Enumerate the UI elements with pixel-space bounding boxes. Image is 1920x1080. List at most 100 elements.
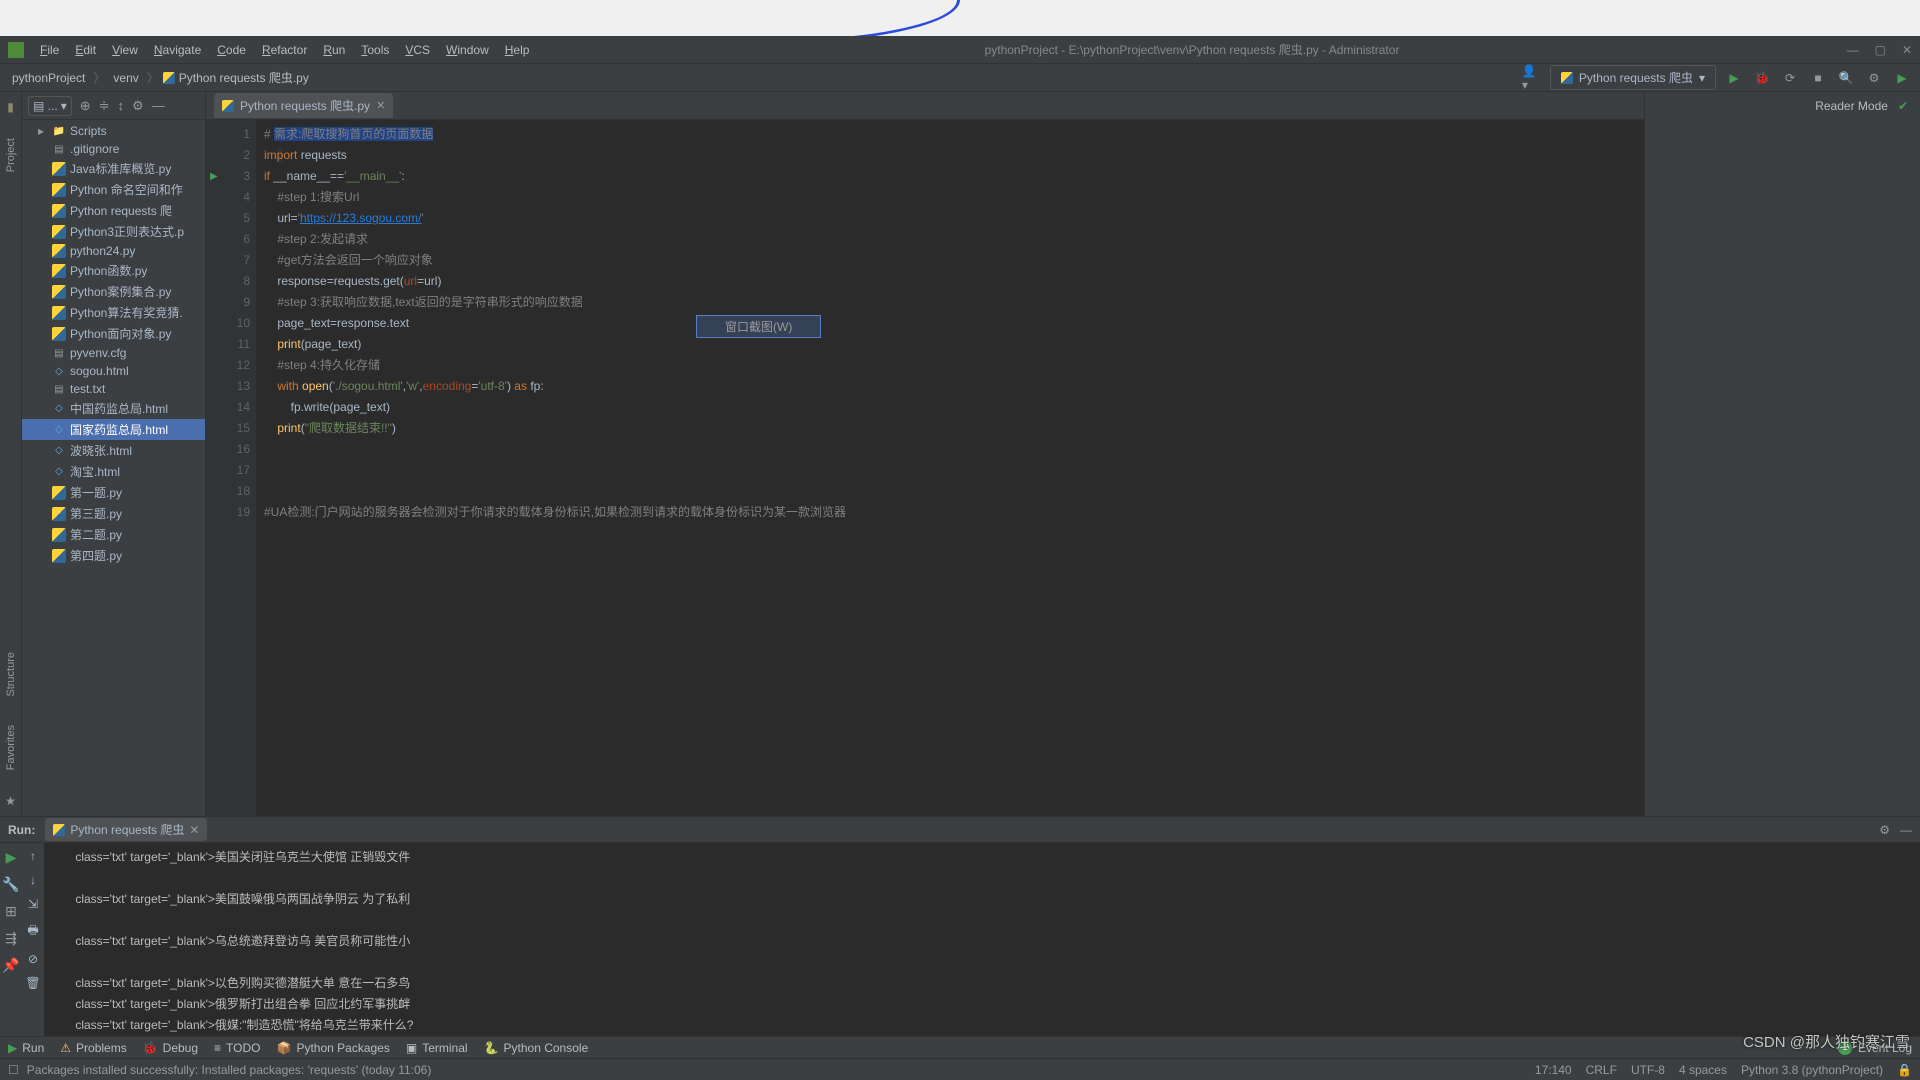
layout-icon[interactable]: ⊞ xyxy=(5,903,17,920)
code-editor[interactable]: 12▶345678910111213141516171819 # 需求:爬取搜狗… xyxy=(206,120,1644,816)
tree-item[interactable]: Python requests 爬 xyxy=(22,200,205,221)
tree-item[interactable]: Java标准库概览.py xyxy=(22,158,205,179)
hide-icon[interactable]: — xyxy=(1900,823,1912,837)
menu-file[interactable]: File xyxy=(32,39,67,61)
tree-item[interactable]: Python 命名空间和作 xyxy=(22,179,205,200)
tree-item[interactable]: 第二题.py xyxy=(22,524,205,545)
collapse-icon[interactable]: ≑ xyxy=(99,98,110,114)
indent-setting[interactable]: 4 spaces xyxy=(1679,1063,1727,1077)
interpreter[interactable]: Python 3.8 (pythonProject) xyxy=(1741,1063,1883,1077)
folder-icon[interactable]: ▮ xyxy=(7,100,14,114)
tree-item[interactable]: ◇中国药监总局.html xyxy=(22,398,205,419)
add-user-icon[interactable]: 👤▾ xyxy=(1522,68,1542,88)
caret-position[interactable]: 17:140 xyxy=(1535,1063,1572,1077)
gear-icon[interactable]: ⚙ xyxy=(132,98,144,114)
tree-item[interactable]: ◇波晓张.html xyxy=(22,440,205,461)
run-output[interactable]: class='txt' target='_blank'>美国关闭驻乌克兰大使馆 … xyxy=(44,843,1920,1036)
menu-tools[interactable]: Tools xyxy=(353,39,397,61)
tree-item[interactable]: python24.py xyxy=(22,242,205,260)
python-file-icon xyxy=(163,72,175,84)
close-tab-icon[interactable]: ✕ xyxy=(189,823,199,837)
tree-item[interactable]: Python算法有奖竞猜. xyxy=(22,302,205,323)
gear-icon[interactable]: ⚙ xyxy=(1879,823,1890,837)
debug-button[interactable]: 🐞 xyxy=(1752,68,1772,88)
rerun-icon[interactable]: ▶ xyxy=(6,849,17,866)
tree-item[interactable]: Python面向对象.py xyxy=(22,323,205,344)
print-icon[interactable]: 🖶 xyxy=(27,921,38,942)
run-button[interactable]: ▶ xyxy=(1724,68,1744,88)
settings-icon[interactable]: ⚙ xyxy=(1864,68,1884,88)
run-tool-button[interactable]: ▶Run xyxy=(8,1041,44,1055)
check-icon: ✔ xyxy=(1898,99,1908,113)
tree-item[interactable]: ▤pyvenv.cfg xyxy=(22,344,205,362)
expand-icon[interactable]: ↕ xyxy=(118,98,125,113)
tree-item[interactable]: 第三题.py xyxy=(22,503,205,524)
python-console-button[interactable]: 🐍Python Console xyxy=(484,1041,589,1055)
target-icon[interactable]: ⊕ xyxy=(80,98,91,114)
filter-icon[interactable]: ⇶ xyxy=(5,930,17,947)
hide-icon[interactable]: — xyxy=(152,98,165,113)
tree-item[interactable]: Python案例集合.py xyxy=(22,281,205,302)
reader-mode-label[interactable]: Reader Mode xyxy=(1815,99,1888,113)
export-icon[interactable]: ⇲ xyxy=(28,897,38,911)
problems-tool-button[interactable]: ⚠Problems xyxy=(60,1041,126,1055)
editor-tab[interactable]: Python requests 爬虫.py ✕ xyxy=(214,93,393,118)
editor-area: Python requests 爬虫.py ✕ 12▶3456789101112… xyxy=(206,92,1644,816)
trash-icon[interactable]: 🗑 xyxy=(25,976,40,990)
file-encoding[interactable]: UTF-8 xyxy=(1631,1063,1665,1077)
structure-tool-tab[interactable]: Structure xyxy=(5,648,17,701)
tree-item-label: 国家药监总局.html xyxy=(70,421,168,438)
menu-window[interactable]: Window xyxy=(438,39,497,61)
tree-item[interactable]: ◇sogou.html xyxy=(22,362,205,380)
breadcrumb[interactable]: Python requests 爬虫.py xyxy=(175,67,313,88)
line-separator[interactable]: CRLF xyxy=(1586,1063,1617,1077)
code-with-me-icon[interactable]: ▶ xyxy=(1892,68,1912,88)
tree-item[interactable]: ◇国家药监总局.html xyxy=(22,419,205,440)
project-tool-tab[interactable]: Project xyxy=(5,134,17,176)
menu-navigate[interactable]: Navigate xyxy=(146,39,209,61)
minimize-button[interactable]: — xyxy=(1847,43,1859,57)
code-content[interactable]: # 需求:爬取搜狗首页的页面数据import requestsif __name… xyxy=(256,120,1644,816)
tree-item[interactable]: ▤test.txt xyxy=(22,380,205,398)
debug-tool-button[interactable]: 🐞Debug xyxy=(143,1041,198,1055)
up-icon[interactable]: ↑ xyxy=(30,849,36,863)
search-icon[interactable]: 🔍 xyxy=(1836,68,1856,88)
breadcrumb[interactable]: pythonProject xyxy=(8,69,89,87)
terminal-tool-button[interactable]: ▣Terminal xyxy=(406,1041,468,1055)
pin-icon[interactable]: 📌 xyxy=(2,957,19,974)
stop-button[interactable]: ■ xyxy=(1808,68,1828,88)
python-packages-button[interactable]: 📦Python Packages xyxy=(277,1041,390,1055)
wrench-icon[interactable]: 🔧 xyxy=(2,876,19,893)
clear-icon[interactable]: ⊘ xyxy=(28,952,38,966)
tree-item-label: Python面向对象.py xyxy=(70,325,171,342)
tree-item[interactable]: ◇淘宝.html xyxy=(22,461,205,482)
coverage-button[interactable]: ⟳ xyxy=(1780,68,1800,88)
maximize-button[interactable]: ▢ xyxy=(1875,43,1886,57)
todo-tool-button[interactable]: ≡TODO xyxy=(214,1041,260,1055)
project-view-dropdown[interactable]: ▤ ...▾ xyxy=(28,96,72,116)
run-configuration-dropdown[interactable]: Python requests 爬虫 ▾ xyxy=(1550,65,1716,90)
menu-code[interactable]: Code xyxy=(209,39,254,61)
tree-item[interactable]: Python函数.py xyxy=(22,260,205,281)
status-indicator-icon[interactable]: ☐ xyxy=(8,1063,19,1077)
menu-view[interactable]: View xyxy=(104,39,146,61)
tree-item[interactable]: ▤.gitignore xyxy=(22,140,205,158)
close-button[interactable]: ✕ xyxy=(1902,43,1912,57)
lock-icon[interactable]: 🔒 xyxy=(1897,1063,1912,1077)
breadcrumb[interactable]: venv xyxy=(109,69,142,87)
run-tab[interactable]: Python requests 爬虫 ✕ xyxy=(45,818,207,841)
close-tab-icon[interactable]: ✕ xyxy=(376,99,385,112)
project-tree[interactable]: ▸📁Scripts▤.gitignoreJava标准库概览.pyPython 命… xyxy=(22,120,205,816)
tree-item[interactable]: 第四题.py xyxy=(22,545,205,566)
menu-vcs[interactable]: VCS xyxy=(397,39,438,61)
tree-item[interactable]: Python3正则表达式.p xyxy=(22,221,205,242)
down-icon[interactable]: ↓ xyxy=(30,873,36,887)
menu-refactor[interactable]: Refactor xyxy=(254,39,315,61)
menu-run[interactable]: Run xyxy=(315,39,353,61)
run-header: Run: Python requests 爬虫 ✕ ⚙ — xyxy=(0,817,1920,843)
menu-edit[interactable]: Edit xyxy=(67,39,104,61)
menu-help[interactable]: Help xyxy=(497,39,538,61)
tree-item[interactable]: 第一题.py xyxy=(22,482,205,503)
tree-item[interactable]: ▸📁Scripts xyxy=(22,122,205,140)
favorites-tool-tab[interactable]: Favorites xyxy=(5,721,17,774)
